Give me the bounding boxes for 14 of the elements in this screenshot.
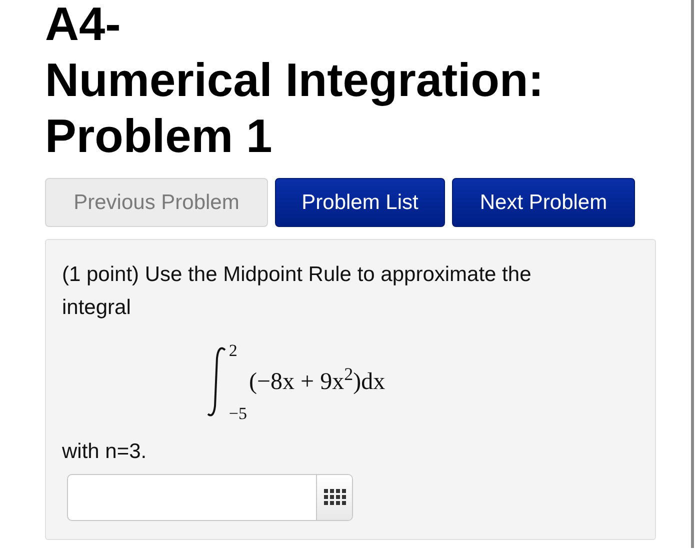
- keypad-button[interactable]: [316, 474, 352, 520]
- page-title: Problem 1: [45, 108, 274, 164]
- lower-limit: −5: [228, 405, 248, 422]
- answer-field[interactable]: [67, 474, 353, 520]
- condition-text: with n=3.: [62, 439, 148, 465]
- nav-button[interactable]: Problem List: [275, 178, 445, 227]
- integrand: (−8x + 9x$^{2}$)dx: [249, 364, 386, 397]
- nav-button[interactable]: Next Problem: [452, 178, 635, 227]
- integral-sign-icon: [206, 346, 228, 418]
- upper-limit: 2: [228, 342, 238, 359]
- page-title: Numerical Integration:: [45, 52, 545, 108]
- keypad-icon: [324, 489, 346, 505]
- page-title: A4-: [45, 0, 122, 52]
- problem-text: (1 point) Use the Midpoint Rule to approximate the integral: [62, 262, 532, 321]
